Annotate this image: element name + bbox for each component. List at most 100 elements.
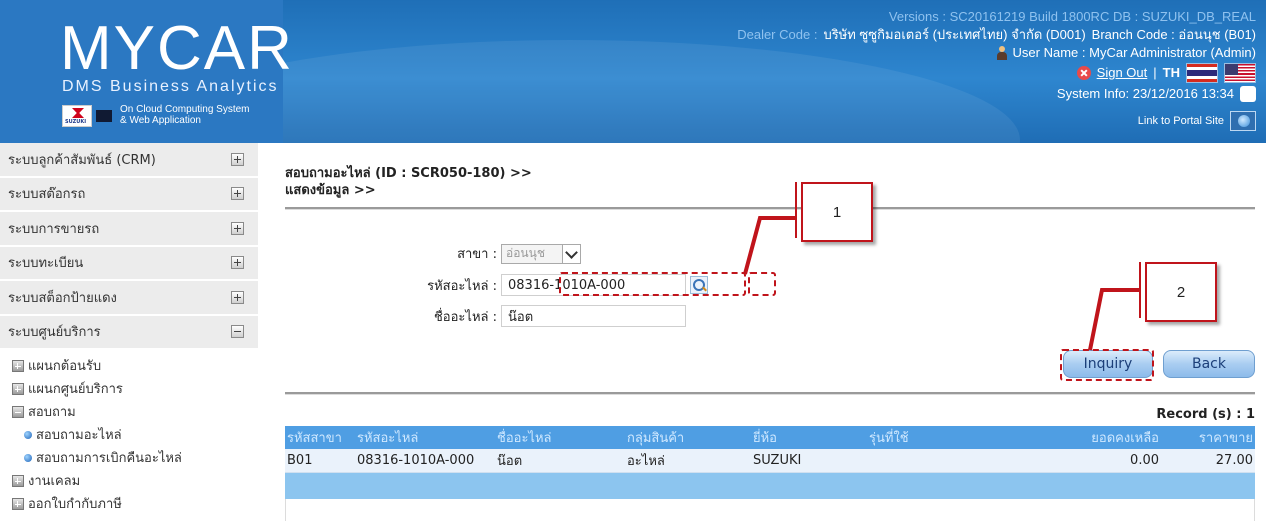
- cloud-tagline: On Cloud Computing System & Web Applicat…: [120, 104, 250, 126]
- leaf-part-return-inquiry[interactable]: สอบถามการเบิกคืนอะไหล่: [0, 446, 258, 469]
- dealer-code-label: Dealer Code :: [737, 27, 818, 42]
- leaf-label: สอบถามการเบิกคืนอะไหล่: [36, 451, 182, 466]
- menu-label: ระบบการขายรถ: [8, 221, 100, 237]
- main-content: สอบถามอะไหล่ (ID : SCR050-180) >> แสดงข้…: [285, 143, 1255, 521]
- col-part-code[interactable]: รหัสอะไหล่: [357, 427, 497, 448]
- menu-label: ระบบทะเบียน: [8, 256, 84, 272]
- minus-icon[interactable]: [12, 405, 24, 418]
- plus-icon[interactable]: [12, 474, 24, 487]
- cell-balance: 0.00: [1130, 453, 1159, 468]
- language-th[interactable]: TH: [1163, 64, 1180, 82]
- menu-red-plate-stock[interactable]: ระบบสต็อกป้ายแดง: [0, 281, 258, 316]
- user-name: User Name : MyCar Administrator (Admin): [1012, 45, 1256, 60]
- part-name-input[interactable]: น๊อต: [501, 305, 686, 327]
- back-button[interactable]: Back: [1163, 350, 1255, 378]
- table-row[interactable]: B01 08316-1010A-000 น๊อต อะไหล่ SUZUKI 0…: [285, 449, 1255, 473]
- menu-crm[interactable]: ระบบลูกค้าสัมพันธ์ (CRM): [0, 143, 258, 178]
- bullet-icon: [24, 453, 32, 462]
- branch-select[interactable]: อ่อนนุช: [501, 243, 581, 264]
- record-count: Record (s) : 1: [1156, 407, 1255, 422]
- cell-brand: SUZUKI: [753, 453, 802, 468]
- sub-label: แผนกศูนย์บริการ: [28, 382, 123, 397]
- cell-part-name: น๊อต: [497, 454, 523, 469]
- menu-car-stock[interactable]: ระบบสต๊อกรถ: [0, 177, 258, 212]
- chevron-down-icon[interactable]: [562, 244, 580, 263]
- sub-inquiry[interactable]: สอบถาม: [0, 400, 258, 423]
- page-title: สอบถามอะไหล่ (ID : SCR050-180) >>: [285, 166, 532, 181]
- branch-row: สาขา : อ่อนนุช: [343, 243, 581, 264]
- col-price[interactable]: ราคาขาย: [1159, 427, 1255, 448]
- logo-area: MYCAR DMS Business Analytics SUZUKI On C…: [0, 0, 292, 143]
- table-footer-bar: [285, 473, 1255, 499]
- cell-branch-code: B01: [287, 453, 313, 468]
- partner-logo-icon: [96, 110, 112, 122]
- plus-icon[interactable]: [231, 256, 244, 270]
- app-logo-subtitle: DMS Business Analytics: [62, 78, 279, 95]
- callout-2: 2: [1145, 262, 1217, 322]
- minus-icon[interactable]: [231, 325, 244, 339]
- sub-label: ออกใบกำกับภาษี: [28, 497, 122, 512]
- annotation-highlight-part-code: [559, 272, 746, 296]
- sub-label: สอบถาม: [28, 405, 76, 420]
- menu-label: ระบบสต็อกป้ายแดง: [8, 290, 117, 306]
- cell-price: 27.00: [1215, 453, 1253, 468]
- cloud-tagline-line1: On Cloud Computing System: [120, 104, 250, 115]
- plus-icon[interactable]: [231, 152, 244, 166]
- menu-label: ระบบลูกค้าสัมพันธ์ (CRM): [8, 152, 156, 168]
- sub-label: แผนกต้อนรับ: [28, 359, 102, 374]
- sub-label: งานเคลม: [28, 474, 81, 489]
- branch-label: สาขา :: [457, 247, 497, 262]
- part-name-row: ชื่ออะไหล่ : น๊อต: [343, 305, 686, 327]
- sub-tax-invoice[interactable]: ออกใบกำกับภาษี: [0, 492, 258, 515]
- app-logo: MYCAR: [60, 14, 294, 83]
- sub-reception[interactable]: แผนกต้อนรับ: [0, 354, 258, 377]
- bullet-icon: [24, 430, 32, 439]
- lang-separator: |: [1153, 65, 1157, 80]
- sidebar: ระบบลูกค้าสัมพันธ์ (CRM) ระบบสต๊อกรถ ระบ…: [0, 143, 258, 521]
- plus-icon[interactable]: [231, 221, 244, 235]
- sub-claims[interactable]: งานเคลม: [0, 469, 258, 492]
- part-code-label: รหัสอะไหล่ :: [427, 278, 497, 294]
- versions-text: Versions : SC20161219 Build 1800RC DB : …: [888, 9, 1256, 24]
- menu-registration[interactable]: ระบบทะเบียน: [0, 246, 258, 281]
- divider: [285, 392, 1255, 395]
- cell-part-code: 08316-1010A-000: [357, 453, 475, 468]
- suzuki-logo-icon: SUZUKI: [62, 105, 92, 127]
- globe-icon[interactable]: [1230, 111, 1256, 131]
- col-brand[interactable]: ยี่ห้อ: [753, 427, 869, 448]
- plus-icon[interactable]: [231, 290, 244, 304]
- menu-car-sales[interactable]: ระบบการขายรถ: [0, 212, 258, 247]
- portal-link[interactable]: Link to Portal Site: [1138, 112, 1224, 130]
- branch-select-value: อ่อนนุช: [506, 246, 545, 260]
- cell-product-group: อะไหล่: [627, 454, 665, 469]
- signout-line: Sign Out | TH: [737, 62, 1256, 84]
- portal-line: Link to Portal Site: [737, 110, 1256, 132]
- col-branch-code[interactable]: รหัสสาขา: [285, 427, 357, 448]
- system-info-line: System Info: 23/12/2016 13:34: [737, 84, 1256, 104]
- sign-out-icon[interactable]: [1076, 66, 1091, 80]
- col-part-name[interactable]: ชื่ออะไหล่: [497, 427, 627, 448]
- col-balance[interactable]: ยอดคงเหลือ: [1019, 427, 1159, 448]
- col-model[interactable]: รุ่นที่ใช้: [869, 427, 1019, 448]
- plus-icon[interactable]: [12, 497, 24, 510]
- plus-icon[interactable]: [231, 187, 244, 201]
- leaf-label: สอบถามอะไหล่: [36, 428, 122, 443]
- menu-label: ระบบศูนย์บริการ: [8, 325, 101, 341]
- sub-service-dept[interactable]: แผนกศูนย์บริการ: [0, 377, 258, 400]
- sign-out-link[interactable]: Sign Out: [1097, 64, 1148, 82]
- menu-service-center[interactable]: ระบบศูนย์บริการ: [0, 315, 258, 350]
- plus-icon[interactable]: [12, 359, 24, 372]
- leaf-part-inquiry[interactable]: สอบถามอะไหล่: [0, 423, 258, 446]
- part-name-label: ชื่ออะไหล่ :: [433, 309, 497, 325]
- table-empty-area: [285, 499, 1255, 521]
- dealer-branch-line: Dealer Code : บริษัท ซูซูกิมอเตอร์ (ประเ…: [737, 26, 1256, 44]
- us-flag-icon[interactable]: [1224, 63, 1256, 83]
- service-submenu: แผนกต้อนรับ แผนกศูนย์บริการ สอบถาม สอบถา…: [0, 350, 258, 515]
- app-header: MYCAR DMS Business Analytics SUZUKI On C…: [0, 0, 1266, 143]
- user-icon: [996, 46, 1007, 60]
- dealer-code-value: บริษัท ซูซูกิมอเตอร์ (ประเทศไทย) จำกัด (…: [823, 27, 1086, 42]
- annotation-highlight-search: [748, 272, 776, 296]
- col-product-group[interactable]: กลุ่มสินค้า: [627, 427, 753, 448]
- plus-icon[interactable]: [12, 382, 24, 395]
- thai-flag-icon[interactable]: [1186, 63, 1218, 83]
